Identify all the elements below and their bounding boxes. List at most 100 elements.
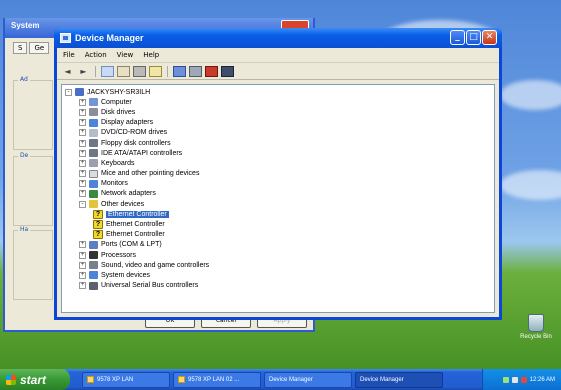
expand-icon[interactable]: + xyxy=(79,119,86,127)
tree-item-keyboards[interactable]: + Keyboards xyxy=(65,158,491,168)
computer-root-icon xyxy=(75,88,84,97)
display-adapter-icon xyxy=(89,118,98,127)
tree-root[interactable]: - JACKYSHY-SR3ILH xyxy=(65,87,491,97)
port-icon xyxy=(89,240,98,249)
warning-device-icon: ? xyxy=(93,230,103,240)
tree-item-ethernet-controller-3[interactable]: ? Ethernet Controller xyxy=(65,230,491,240)
menu-action[interactable]: Action xyxy=(85,51,107,59)
recycle-bin[interactable]: Recycle Bin xyxy=(517,314,555,340)
taskbar-item-9578-xp-lan-02[interactable]: 9578 XP LAN 02 ... xyxy=(173,371,261,388)
tree-item-label: Ports (COM & LPT) xyxy=(101,241,162,249)
group-de: De xyxy=(13,152,53,226)
close-button[interactable]: ✕ xyxy=(482,30,497,45)
tree-item-disk-drives[interactable]: + Disk drives xyxy=(65,107,491,117)
collapse-icon[interactable]: - xyxy=(79,200,86,208)
expand-icon[interactable]: + xyxy=(79,159,86,167)
start-label: start xyxy=(20,372,47,387)
other-devices-icon xyxy=(89,200,98,209)
expand-icon[interactable]: + xyxy=(79,190,86,198)
tree-item-other-devices[interactable]: - Other devices xyxy=(65,199,491,209)
tree-item-label: Ethernet Controller xyxy=(106,231,165,239)
taskbar-item-9578-xp-lan[interactable]: 9578 XP LAN xyxy=(82,371,170,388)
expand-icon[interactable]: + xyxy=(79,139,86,147)
expand-icon[interactable]: + xyxy=(79,170,86,178)
taskbar-item-label: Device Manager xyxy=(269,376,313,383)
expand-icon[interactable]: + xyxy=(79,108,86,116)
computer-icon xyxy=(89,98,98,107)
device-tree[interactable]: - JACKYSHY-SR3ILH + Computer + Disk drives … xyxy=(61,84,495,313)
toolbar: ◄ ► xyxy=(57,63,499,80)
expand-icon[interactable]: + xyxy=(79,261,86,269)
tree-item-ide-controllers[interactable]: + IDE ATA/ATAPI controllers xyxy=(65,148,491,158)
tab-s[interactable]: S xyxy=(13,42,28,54)
tree-item-ethernet-controller-2[interactable]: ? Ethernet Controller xyxy=(65,219,491,230)
maximize-button[interactable]: □ xyxy=(466,30,481,45)
expand-icon[interactable]: + xyxy=(79,282,86,290)
start-button[interactable]: start xyxy=(0,369,70,390)
scan-hardware-icon[interactable] xyxy=(173,65,186,77)
tree-item-system-devices[interactable]: + System devices xyxy=(65,270,491,280)
windows-flag-icon xyxy=(6,374,16,385)
usb-icon xyxy=(89,281,98,290)
expand-icon[interactable]: + xyxy=(79,180,86,188)
uninstall-device-icon[interactable] xyxy=(221,65,234,77)
tree-item-sound-controllers[interactable]: + Sound, video and game controllers xyxy=(65,260,491,270)
tray-volume-icon[interactable] xyxy=(511,376,518,383)
print-icon[interactable] xyxy=(133,65,146,77)
update-driver-icon[interactable] xyxy=(189,65,202,77)
warning-device-icon: ? xyxy=(93,220,103,230)
toolbar-separator xyxy=(95,65,96,77)
tree-item-mice[interactable]: + Mice and other pointing devices xyxy=(65,169,491,179)
tree-item-label: Keyboards xyxy=(101,159,135,167)
back-arrow-icon[interactable]: ◄ xyxy=(61,66,74,77)
taskbar-item-device-manager-2[interactable]: Device Manager xyxy=(355,371,443,388)
clock[interactable]: 12:26 AM xyxy=(530,377,555,383)
menu-help[interactable]: Help xyxy=(143,51,159,59)
tree-item-ethernet-controller-1[interactable]: ? Ethernet Controller xyxy=(65,209,491,219)
tree-item-floppy-controllers[interactable]: + Floppy disk controllers xyxy=(65,138,491,148)
tab-general[interactable]: Ge xyxy=(29,42,50,54)
help-icon[interactable] xyxy=(149,65,162,77)
tray-security-icon[interactable] xyxy=(520,376,527,383)
tree-item-label: DVD/CD-ROM drives xyxy=(101,129,168,137)
collapse-icon[interactable]: - xyxy=(65,88,72,96)
tree-item-usb-controllers[interactable]: + Universal Serial Bus controllers xyxy=(65,281,491,291)
expand-icon[interactable]: + xyxy=(79,98,86,106)
tree-item-ports[interactable]: + Ports (COM & LPT) xyxy=(65,240,491,250)
tree-item-label: Sound, video and game controllers xyxy=(101,261,210,269)
desktop-cloud xyxy=(500,80,561,110)
menu-view[interactable]: View xyxy=(117,51,134,59)
toolbar-separator xyxy=(167,65,168,77)
expand-icon[interactable]: + xyxy=(79,271,86,279)
expand-icon[interactable]: + xyxy=(79,149,86,157)
tray-network-icon[interactable] xyxy=(502,376,509,383)
device-manager-window: Device Manager _ □ ✕ File Action View He… xyxy=(54,28,502,320)
tree-item-network-adapters[interactable]: + Network adapters xyxy=(65,189,491,199)
window-title: Device Manager xyxy=(75,33,144,43)
tree-item-monitors[interactable]: + Monitors xyxy=(65,179,491,189)
forward-arrow-icon[interactable]: ► xyxy=(77,66,90,77)
show-hide-tree-icon[interactable] xyxy=(101,65,114,77)
disable-device-icon[interactable] xyxy=(205,65,218,77)
expand-icon[interactable]: + xyxy=(79,251,86,259)
device-manager-titlebar[interactable]: Device Manager xyxy=(54,28,502,48)
taskbar: start 9578 XP LAN 9578 XP LAN 02 ... Dev… xyxy=(0,369,561,390)
minimize-button[interactable]: _ xyxy=(450,30,465,45)
expand-icon[interactable]: + xyxy=(79,129,86,137)
folder-icon xyxy=(178,376,185,383)
menu-bar: File Action View Help xyxy=(57,48,499,63)
group-ad: Ad xyxy=(13,76,53,150)
tree-item-label: Other devices xyxy=(101,200,145,208)
tree-item-processors[interactable]: + Processors xyxy=(65,250,491,260)
recycle-bin-label: Recycle Bin xyxy=(520,334,552,340)
properties-icon[interactable] xyxy=(117,65,130,77)
menu-file[interactable]: File xyxy=(63,51,75,59)
tree-item-computer[interactable]: + Computer xyxy=(65,97,491,107)
floppy-controller-icon xyxy=(89,139,98,148)
system-device-icon xyxy=(89,271,98,280)
tree-item-dvd-drives[interactable]: + DVD/CD-ROM drives xyxy=(65,128,491,138)
tree-item-label: Ethernet Controller xyxy=(106,221,165,229)
expand-icon[interactable]: + xyxy=(79,241,86,249)
tree-item-display-adapters[interactable]: + Display adapters xyxy=(65,118,491,128)
taskbar-item-device-manager-1[interactable]: Device Manager xyxy=(264,371,352,388)
